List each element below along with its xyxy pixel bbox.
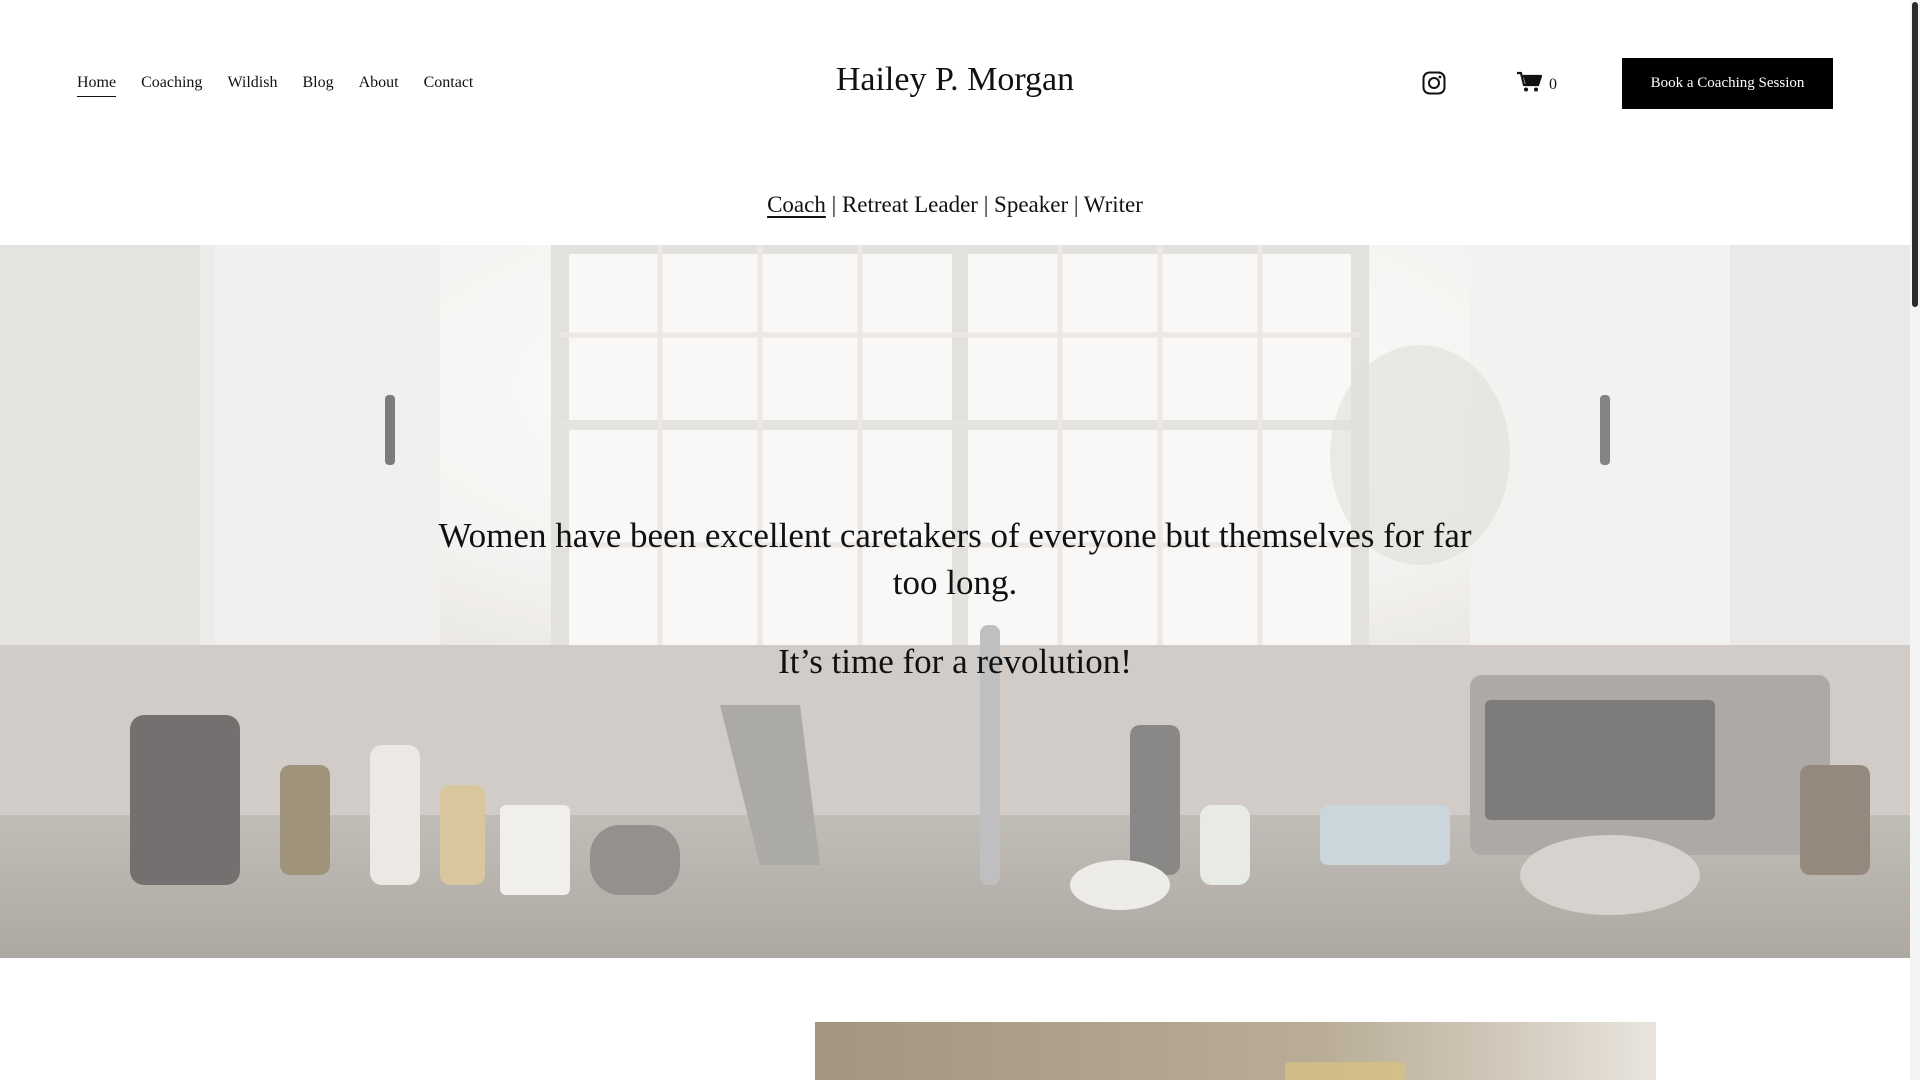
hero-text: Women have been excellent caretakers of …	[435, 512, 1475, 685]
hero-headline: Women have been excellent caretakers of …	[438, 516, 1472, 602]
hero-subheadline: It’s time for a revolution!	[778, 642, 1132, 681]
hero-section: Women have been excellent caretakers of …	[0, 245, 1910, 958]
tagline: Coach | Retreat Leader | Speaker | Write…	[0, 192, 1910, 218]
tagline-rest: | Retreat Leader | Speaker | Writer	[825, 192, 1143, 217]
lamp-glow	[1285, 1062, 1405, 1080]
scrollbar-thumb[interactable]	[1912, 2, 1918, 307]
coach-link[interactable]: Coach	[767, 192, 826, 217]
cart-count: 0	[1549, 75, 1557, 93]
site-header: Home Coaching Wildish Blog About Contact…	[0, 0, 1910, 166]
instagram-icon[interactable]	[1422, 71, 1446, 95]
cart-icon	[1517, 71, 1543, 98]
book-coaching-button[interactable]: Book a Coaching Session	[1622, 58, 1833, 109]
page-scrollbar[interactable]	[1910, 0, 1920, 1080]
cart-button[interactable]: 0	[1517, 71, 1557, 98]
section-image	[815, 1022, 1656, 1080]
